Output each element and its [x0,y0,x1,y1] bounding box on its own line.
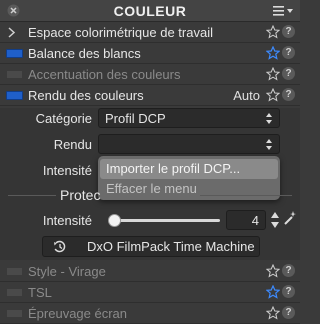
intensite-protection-label: Intensité [42,213,92,228]
menu-item-importer-dcp[interactable]: Importer le profil DCP... [100,159,278,179]
help-icon[interactable]: ? [282,46,295,59]
star-icon[interactable] [266,88,280,102]
help-icon[interactable]: ? [282,88,295,101]
updown-arrows-icon [266,139,272,150]
section-toggle[interactable] [6,309,23,318]
section-rendu-des-couleurs[interactable]: Rendu des couleurs Auto ? [0,85,300,106]
menu-item-effacer[interactable]: Effacer le menu [106,181,197,196]
time-machine-button[interactable]: DxO FilmPack Time Machine [42,236,260,257]
section-label: Accentuation des couleurs [28,67,181,82]
intensite-slider-track[interactable] [110,219,220,222]
updown-arrows-icon [266,113,272,124]
star-icon[interactable] [266,306,280,320]
section-label: TSL [28,285,52,300]
section-toggle[interactable] [6,70,23,79]
palette-title: COULEUR [113,3,187,19]
categorie-value: Profil DCP [105,111,166,126]
stepper-icon[interactable] [270,209,280,231]
intensite-value-field[interactable]: 4 [226,210,266,230]
protection-heading: Protec [60,187,101,203]
help-icon[interactable]: ? [282,306,295,319]
section-label: Espace colorimétrique de travail [28,25,213,40]
rendu-dropdown[interactable] [98,134,280,154]
divider [8,195,56,196]
chevron-right-icon[interactable] [6,27,16,38]
star-icon[interactable] [266,264,280,278]
help-icon[interactable]: ? [282,25,295,38]
intensite-rendu-label: Intensité [42,163,92,178]
palette-header: COULEUR [0,0,300,22]
rendu-popup-menu: Importer le profil DCP... Effacer le men… [98,156,280,200]
categorie-dropdown[interactable]: Profil DCP [98,108,280,128]
divider [200,195,292,196]
section-label: Style - Virage [28,264,106,279]
section-style-virage[interactable]: Style - Virage ? [0,261,300,282]
star-icon[interactable] [266,285,280,299]
section-label: Rendu des couleurs [28,88,144,103]
magic-wand-icon[interactable] [283,210,297,226]
help-icon[interactable]: ? [282,67,295,80]
section-balance-des-blancs[interactable]: Balance des blancs ? [0,43,300,64]
section-toggle[interactable] [6,267,23,276]
auto-label: Auto [233,88,260,103]
help-icon[interactable]: ? [282,264,295,277]
section-label: Balance des blancs [28,46,141,61]
section-accentuation-couleurs[interactable]: Accentuation des couleurs ? [0,64,300,85]
star-icon[interactable] [266,67,280,81]
rendu-label: Rendu [53,137,92,152]
section-toggle[interactable] [6,288,23,297]
section-tsl[interactable]: TSL ? [0,282,300,303]
section-epreuvage-ecran[interactable]: Épreuvage écran ? [0,303,300,324]
section-toggle[interactable] [6,91,23,100]
categorie-label: Catégorie [35,111,92,126]
star-icon[interactable] [266,25,280,39]
section-espace-colorimetrique[interactable]: Espace colorimétrique de travail ? [0,22,300,43]
time-machine-label: DxO FilmPack Time Machine [87,239,255,254]
palette-menu-icon[interactable] [272,4,294,18]
section-toggle[interactable] [6,49,23,58]
section-label: Épreuvage écran [28,306,128,321]
time-machine-icon [54,240,66,253]
star-icon[interactable] [266,46,280,60]
help-icon[interactable]: ? [282,285,295,298]
